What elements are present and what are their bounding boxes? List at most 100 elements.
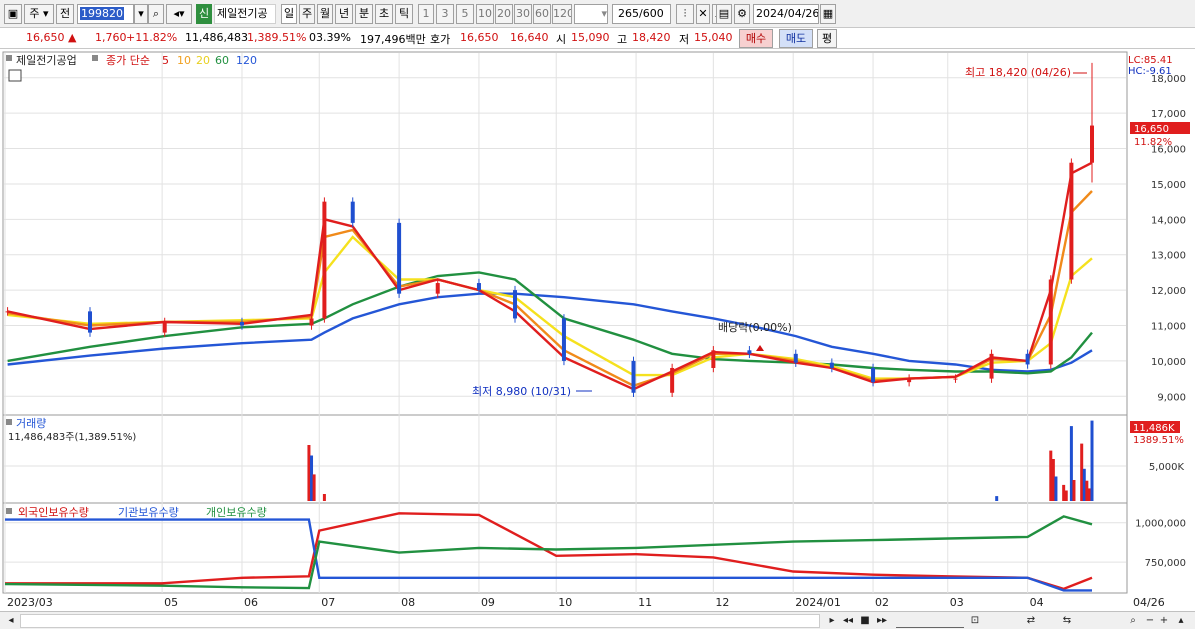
count-input[interactable]: 265 [612, 4, 639, 24]
interval-30[interactable]: 30 [514, 4, 532, 24]
tab-year[interactable]: 년 [335, 4, 353, 24]
holding-handle-icon[interactable] [6, 508, 12, 514]
chart-area: 9,000 10,000 11,000 12,000 13,000 14,000 15,00… [0, 49, 1195, 611]
date-input[interactable]: 2024/04/26 [753, 4, 819, 24]
tab-tick[interactable]: 틱 [395, 4, 413, 24]
current-price-tag-text: 16,650 [1134, 124, 1169, 135]
time-tick-label: 05 [164, 596, 178, 609]
volume-tick-label: 5,000K [1149, 462, 1185, 473]
interval-10[interactable]: 10 [476, 4, 494, 24]
change-percent: +11.82% [126, 31, 178, 44]
eval-button[interactable]: 평 [817, 29, 837, 48]
volume-bar [310, 455, 314, 501]
stop-icon[interactable]: ■ [858, 614, 872, 628]
save-icon[interactable]: ▤ [716, 4, 732, 24]
time-tick-label: 02 [875, 596, 889, 609]
time-tick-label: 04 [1030, 596, 1044, 609]
interval-custom-dropdown[interactable]: ▾ [574, 4, 608, 24]
sell-button[interactable]: 매도 [779, 29, 813, 48]
tab-day[interactable]: 일 [281, 4, 297, 24]
interval-60[interactable]: 60 [533, 4, 551, 24]
current-price: 16,650 [26, 31, 65, 44]
bottom-scrollbar[interactable]: ◂ ▸ ◂◂ ■ ▸▸ ⊡ ⇄ ⇆ ⌕ − + ▴ [0, 611, 1195, 629]
price-tick-label: 17,000 [1151, 109, 1186, 120]
volume-bar [312, 474, 316, 501]
candle-body [907, 378, 912, 383]
price-tick-label: 10,000 [1151, 357, 1186, 368]
chart-menu-icon[interactable]: ▣ [4, 4, 22, 24]
fast-forward-icon[interactable]: ▸▸ [874, 614, 890, 628]
stock-name-field: 제일전기공 [214, 4, 276, 24]
compare-icon[interactable]: ⇄ [1024, 614, 1038, 628]
panel-handle-icon[interactable] [6, 55, 12, 61]
gear-icon[interactable]: ⚙ [734, 4, 750, 24]
buy-button[interactable]: 매수 [739, 29, 773, 48]
zoom-out-icon[interactable]: − [1144, 614, 1156, 628]
price-tick-label: 12,000 [1151, 286, 1186, 297]
current-pct-tag-text: 11.82% [1134, 137, 1172, 148]
table-icon[interactable] [8, 69, 22, 82]
calendar-icon[interactable]: ▦ [820, 4, 836, 24]
lc-label: LC:85.41 [1128, 55, 1173, 66]
chart-svg[interactable]: 9,000 10,000 11,000 12,000 13,000 14,000 15,00… [0, 49, 1195, 611]
play-icon[interactable]: ▸ [826, 614, 838, 628]
side-button[interactable]: 전 [56, 4, 74, 24]
rewind-icon[interactable]: ◂◂ [840, 614, 856, 628]
volume-bar [1054, 476, 1058, 501]
interval-120[interactable]: 120 [552, 4, 572, 24]
candle-body [989, 353, 994, 379]
ask-label: 호가 [430, 33, 451, 46]
interval-3[interactable]: 3 [436, 4, 454, 24]
scroll-track[interactable] [20, 614, 820, 628]
type-select[interactable]: 주 ▾ [24, 4, 54, 24]
interval-5[interactable]: 5 [456, 4, 474, 24]
candle-type-icon[interactable]: ⫶ [676, 4, 694, 24]
interval-20[interactable]: 20 [495, 4, 513, 24]
candle-body [561, 318, 566, 361]
ma120-label: 120 [236, 54, 257, 67]
candle-body [793, 353, 798, 363]
ma5-line [7, 161, 1093, 391]
trade-amount: 197,496백만 [360, 33, 426, 46]
volume-bar [1062, 484, 1066, 501]
ma120-line [7, 292, 1093, 373]
zoom-icon[interactable]: ⌕ [1126, 614, 1140, 628]
interval-1[interactable]: 1 [418, 4, 434, 24]
new-badge[interactable]: 신 [196, 4, 212, 24]
open-label: 시 [556, 33, 567, 46]
time-tick-label: 11 [638, 596, 652, 609]
time-tick-label: 09 [481, 596, 495, 609]
tab-minute[interactable]: 분 [355, 4, 373, 24]
tab-week[interactable]: 주 [299, 4, 315, 24]
hc-label: HC:-9.61 [1128, 66, 1172, 77]
candle-body [1069, 162, 1074, 280]
time-tick-label: 03 [950, 596, 964, 609]
retail-legend: 개인보유수량 [206, 506, 267, 519]
tab-month[interactable]: 월 [317, 4, 333, 24]
price-panel-title: 제일전기공업 [16, 53, 77, 67]
speaker-icon[interactable]: ◂▾ [166, 4, 192, 24]
volume-handle-icon[interactable] [6, 419, 12, 425]
turnover-percent: 03.39% [309, 31, 351, 44]
quote-bar: 16,650 ▲ 1,760 +11.82% 11,486,483 1,389.… [0, 28, 1195, 49]
candle-body [5, 311, 10, 313]
fit-icon[interactable]: ⊡ [968, 614, 982, 628]
tab-second[interactable]: 초 [375, 4, 393, 24]
candle-body [322, 201, 327, 319]
split-icon[interactable]: ⇆ [1060, 614, 1074, 628]
stock-code-input[interactable]: 199820 [77, 4, 134, 24]
scroll-left-icon[interactable]: ◂ [4, 614, 18, 628]
high-price: 18,420 [632, 31, 671, 44]
holding-tick-label: 1,000,000 [1135, 519, 1186, 530]
ma-handle-icon[interactable] [92, 55, 98, 61]
high-label: 고 [617, 33, 628, 46]
low-label: 저 [679, 33, 690, 46]
expand-icon[interactable]: ▴ [1174, 614, 1188, 628]
search-icon[interactable]: ⌕ [148, 4, 164, 24]
zoom-in-icon[interactable]: + [1158, 614, 1170, 628]
volume-tag-pct: 1389.51% [1133, 435, 1184, 446]
volume-value: 11,486,483 [185, 31, 248, 44]
crosshair-icon[interactable]: ✕ [696, 4, 710, 24]
code-dropdown-icon[interactable]: ▾ [134, 4, 148, 24]
zoom-slider[interactable] [896, 614, 964, 628]
